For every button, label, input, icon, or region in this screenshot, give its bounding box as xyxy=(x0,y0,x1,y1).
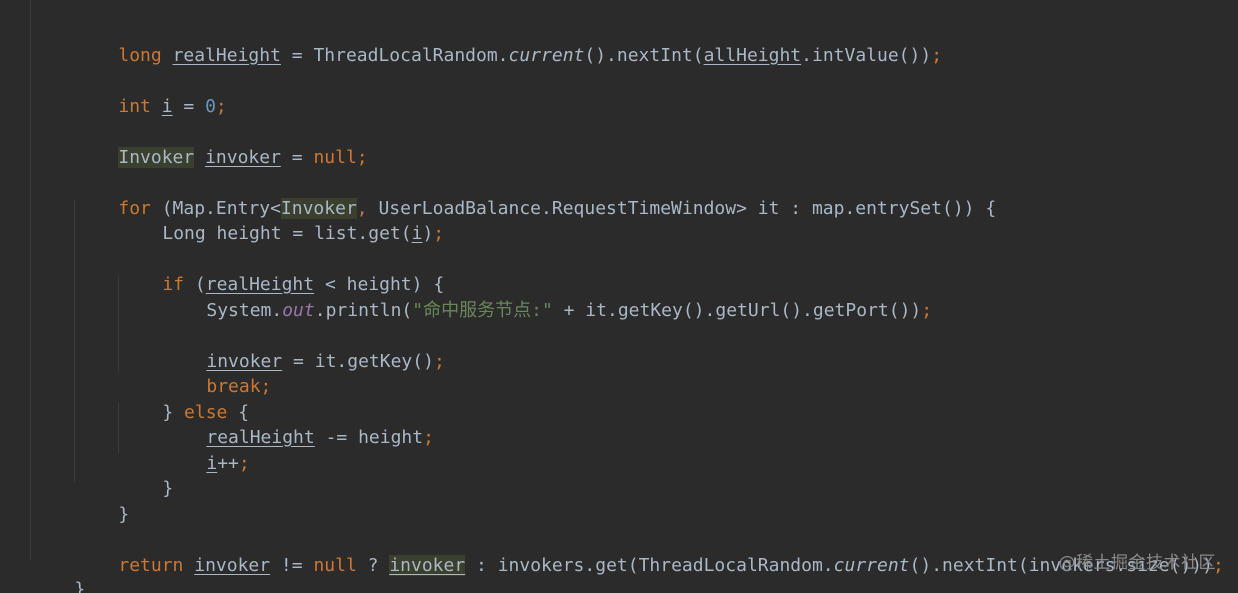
code-text: } xyxy=(118,504,130,525)
semicolon: ; xyxy=(215,96,227,117)
code-line-3[interactable]: Invoker invoker = null; xyxy=(75,125,368,168)
semicolon: ; xyxy=(921,300,933,321)
number-literal: 0 xyxy=(205,96,216,117)
var-i: i xyxy=(206,453,218,474)
method-current: current xyxy=(833,555,910,576)
code-line-12[interactable]: i++; xyxy=(163,431,249,474)
code-line-5[interactable]: Long height = list.get(i); xyxy=(119,201,444,244)
code-line-6[interactable]: if (realHeight < height) { xyxy=(119,252,444,295)
var-invoker-highlight: invoker xyxy=(389,555,466,576)
code-text: ) xyxy=(422,223,434,244)
var-i: i xyxy=(411,223,423,244)
semicolon: ; xyxy=(423,427,434,448)
keyword-int: int xyxy=(118,96,151,117)
watermark: @稀土掘金技术社区 xyxy=(1058,553,1216,573)
method-current: current xyxy=(508,45,585,66)
code-line-14[interactable]: } xyxy=(75,482,129,525)
code-text: UserLoadBalance.RequestTimeWindow> it : … xyxy=(367,198,997,219)
var-invoker: invoker xyxy=(205,147,281,168)
code-text: ++ xyxy=(217,453,239,474)
code-line-4[interactable]: for (Map.Entry<Invoker, UserLoadBalance.… xyxy=(75,176,996,219)
indent-guide xyxy=(74,200,75,482)
code-text: != xyxy=(270,555,314,576)
code-text: Long height = list.get( xyxy=(162,223,412,244)
code-line-10[interactable]: } else { xyxy=(119,380,249,423)
keyword-return: return xyxy=(118,555,184,576)
keyword-null: null xyxy=(313,147,357,168)
code-line-15[interactable]: return invoker != null ? invoker : invok… xyxy=(75,533,1224,576)
string-literal: "命中服务节点:" xyxy=(412,300,553,321)
field-out: out xyxy=(282,300,315,321)
code-line-11[interactable]: realHeight -= height; xyxy=(163,405,434,448)
code-text: + it.getKey().getUrl().getPort()) xyxy=(552,300,922,321)
indent-guide xyxy=(30,0,31,560)
code-text: .intValue()) xyxy=(801,45,932,66)
var-realHeight: realHeight xyxy=(172,45,281,66)
code-editor[interactable]: long realHeight = ThreadLocalRandom.curr… xyxy=(0,0,1238,593)
code-text: : invokers.get(ThreadLocalRandom. xyxy=(465,555,834,576)
code-line-1[interactable]: long realHeight = ThreadLocalRandom.curr… xyxy=(75,23,942,66)
code-text: } xyxy=(74,579,86,593)
semicolon: ; xyxy=(931,45,943,66)
code-text: System. xyxy=(206,300,283,321)
var-allHeight: allHeight xyxy=(703,45,802,66)
code-text: ? xyxy=(356,555,390,576)
type-invoker-highlight: Invoker xyxy=(118,147,195,168)
keyword-long: long xyxy=(118,45,162,66)
semicolon: ; xyxy=(238,453,250,474)
code-line-7[interactable]: System.out.println("命中服务节点:" + it.getKey… xyxy=(163,278,932,321)
semicolon: ; xyxy=(356,147,368,168)
code-text: ().nextInt( xyxy=(584,45,704,66)
code-line-9[interactable]: break; xyxy=(163,354,271,397)
semicolon: ; xyxy=(433,351,445,372)
code-text: .println( xyxy=(314,300,413,321)
semicolon: ; xyxy=(433,223,445,244)
semicolon: ; xyxy=(260,376,272,397)
code-line-16[interactable]: } xyxy=(31,557,85,593)
code-text: = ThreadLocalRandom. xyxy=(280,45,509,66)
code-text: = xyxy=(280,147,314,168)
code-line-2[interactable]: int i = 0; xyxy=(75,74,226,117)
keyword-null: null xyxy=(313,555,357,576)
code-line-8[interactable]: invoker = it.getKey(); xyxy=(163,329,444,372)
code-text: = it.getKey() xyxy=(282,351,434,372)
code-text: } xyxy=(162,478,174,499)
var-invoker: invoker xyxy=(194,555,271,576)
code-text: -= height xyxy=(314,427,424,448)
code-line-13[interactable]: } xyxy=(119,456,173,499)
code-text: = xyxy=(172,96,206,117)
var-i: i xyxy=(161,96,173,117)
